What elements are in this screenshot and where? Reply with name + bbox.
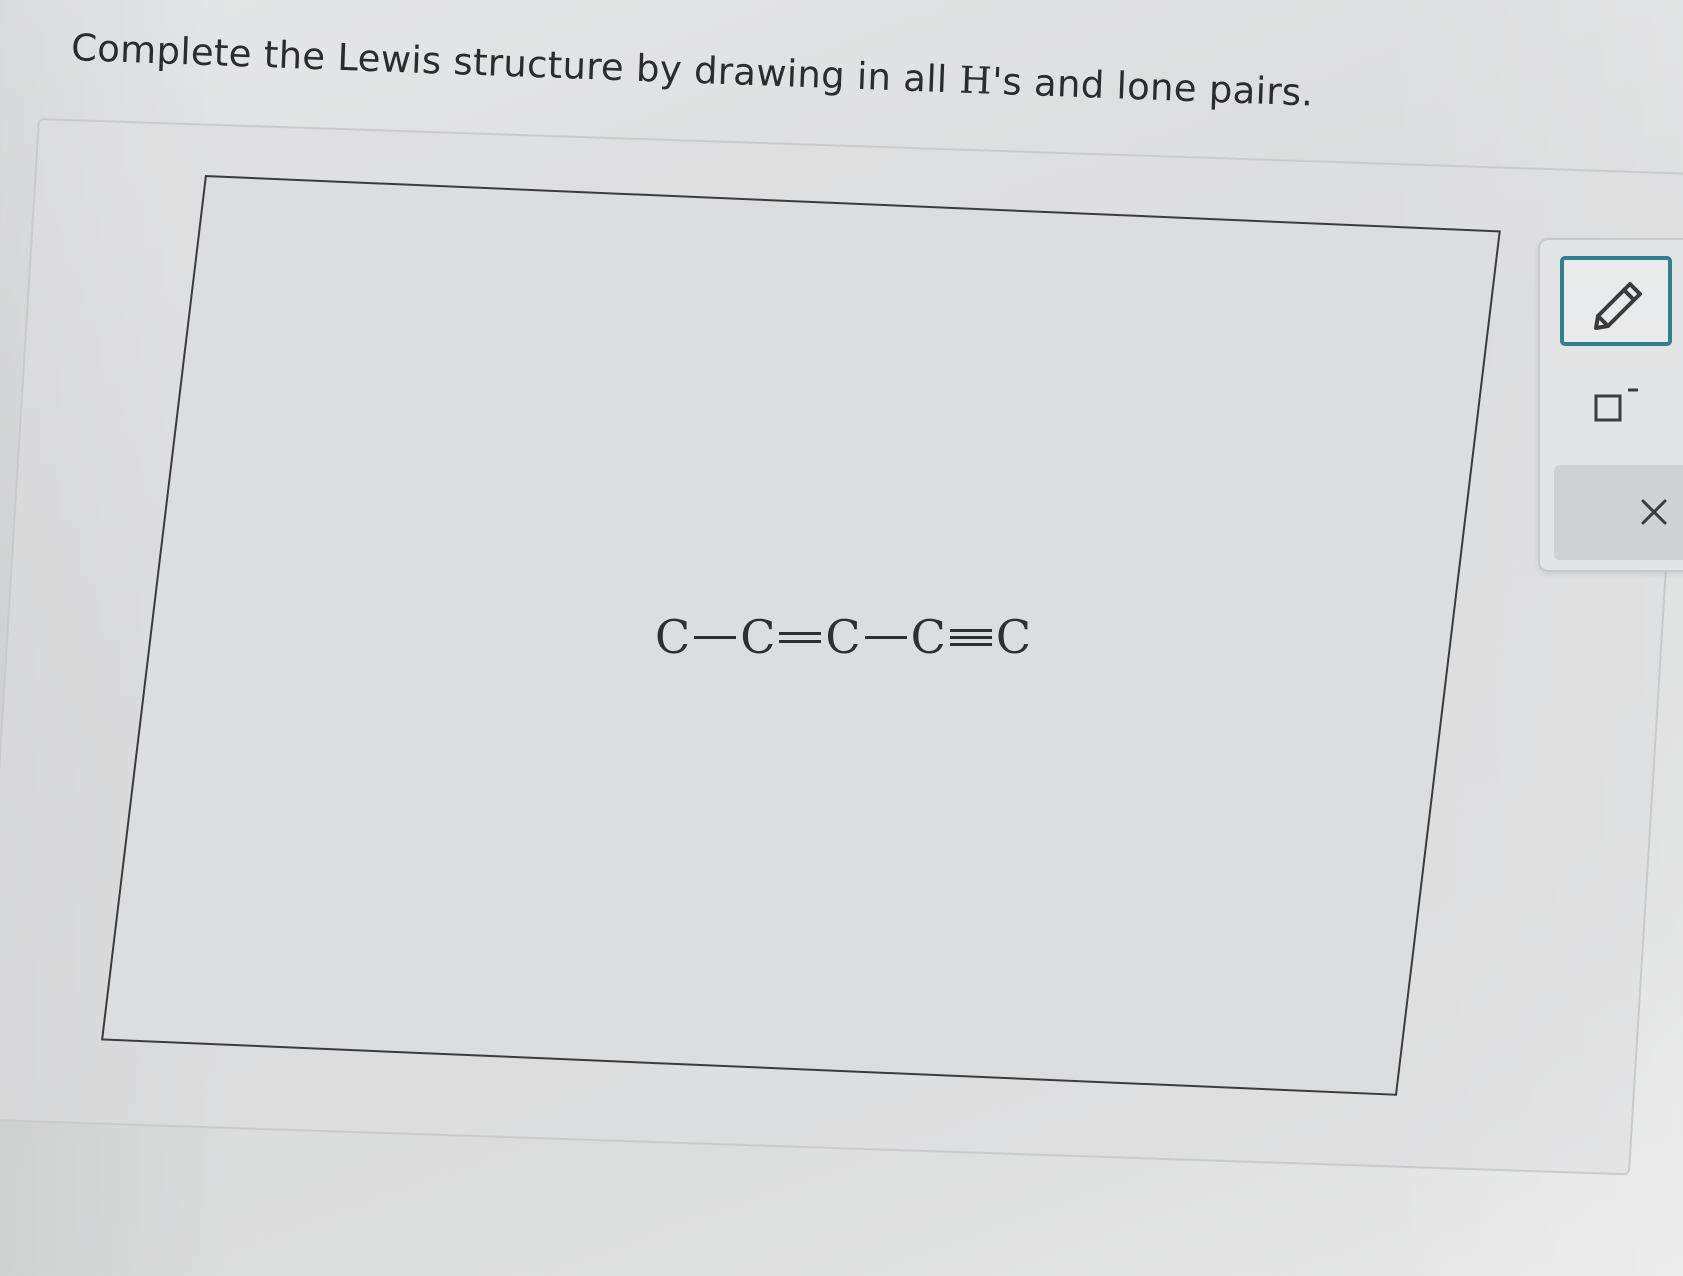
single-bond-1[interactable] [694, 627, 737, 647]
pencil-icon [1594, 282, 1642, 330]
charge-tool-button[interactable] [1590, 380, 1650, 430]
atom-c1[interactable]: C [655, 614, 690, 660]
question-text-h: H [958, 58, 993, 103]
molecule-skeleton[interactable]: C C C C C [655, 614, 1031, 660]
question-text-end: 's and lone pairs. [991, 59, 1315, 115]
charge-box-icon [1594, 388, 1638, 422]
single-bond-2[interactable] [864, 627, 907, 647]
atom-c4[interactable]: C [911, 614, 946, 660]
atom-c2[interactable]: C [740, 614, 775, 660]
double-bond[interactable] [779, 627, 822, 647]
pencil-tool-button[interactable] [1560, 256, 1672, 346]
atom-c3[interactable]: C [825, 614, 860, 660]
triple-bond[interactable] [949, 627, 992, 647]
atom-c5[interactable]: C [996, 614, 1031, 660]
question-text-start: Complete the Lewis structure by drawing … [70, 26, 961, 102]
drawing-toolbar [1538, 238, 1683, 572]
question-prompt: Complete the Lewis structure by drawing … [70, 26, 1314, 115]
delete-tool-button[interactable] [1554, 465, 1683, 560]
close-icon [1641, 499, 1667, 525]
